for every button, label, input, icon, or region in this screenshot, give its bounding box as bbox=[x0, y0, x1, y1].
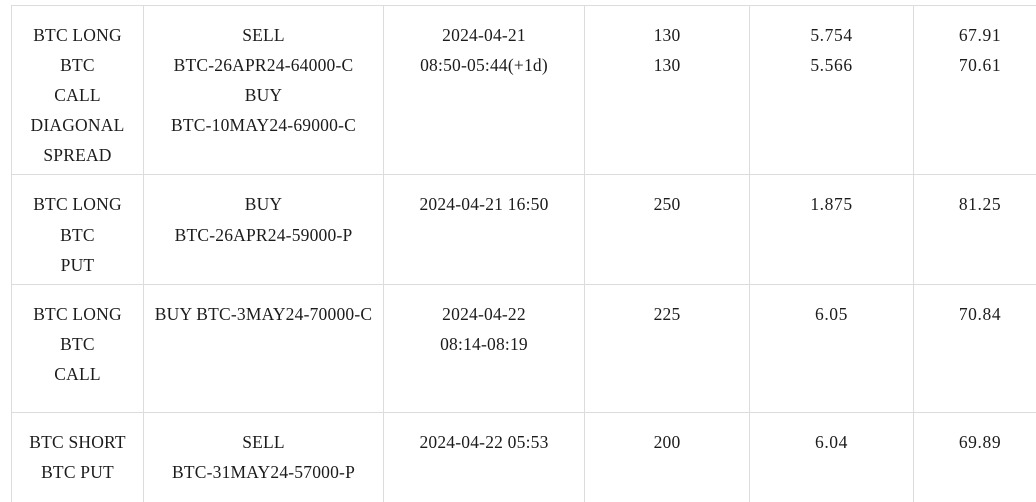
price-lines: 6.05 bbox=[754, 299, 909, 329]
leg-side: SELL bbox=[242, 431, 285, 452]
leg-side: SELL bbox=[242, 25, 285, 45]
cell-time: 2024-04-22 08:14-08:19 bbox=[383, 283, 585, 413]
cell-iv: 67.91 70.61 bbox=[913, 4, 1036, 176]
cell-price: 6.05 bbox=[749, 283, 914, 413]
time-lines: 2024-04-22 05:53 bbox=[388, 427, 580, 457]
cell-quantity: 200 bbox=[584, 411, 750, 502]
strategy-lines: BTC SHORT BTC PUT bbox=[16, 427, 139, 487]
table-row: BTC LONG BTC CALL BUY BTC-3MAY24-70000-C… bbox=[11, 283, 1036, 413]
cell-price: 1.875 bbox=[749, 174, 914, 285]
price-lines: 1.875 bbox=[754, 189, 909, 219]
cell-iv: 70.84 bbox=[913, 283, 1036, 413]
leg-instrument: BTC-26APR24-64000-C bbox=[173, 55, 354, 76]
cell-legs: BUY BTC-3MAY24-70000-C bbox=[143, 283, 384, 413]
cell-legs: BUY BTC-26APR24-59000-P bbox=[143, 174, 384, 285]
cell-strategy: BTC SHORT BTC PUT bbox=[11, 411, 144, 502]
cell-quantity: 130 130 bbox=[584, 4, 750, 176]
time-date: 2024-04-22 05:53 bbox=[419, 431, 549, 452]
legs-lines: BUY BTC-3MAY24-70000-C bbox=[148, 299, 379, 329]
time-range: 08:14-08:19 bbox=[440, 333, 528, 354]
time-date: 2024-04-21 16:50 bbox=[419, 194, 549, 215]
leg-side: BUY bbox=[244, 85, 283, 106]
cell-iv: 69.89 bbox=[913, 411, 1036, 502]
legs-lines: BUY BTC-26APR24-59000-P bbox=[148, 189, 379, 249]
strategy-line: BTC LONG BTC bbox=[33, 303, 122, 354]
price-lines: 6.04 bbox=[754, 427, 909, 457]
iv-value: 69.89 bbox=[958, 431, 1002, 452]
price-value: 6.04 bbox=[814, 431, 849, 452]
quantity-value: 250 bbox=[653, 194, 681, 215]
time-lines: 2024-04-22 08:14-08:19 bbox=[388, 299, 580, 359]
quantity-value: 225 bbox=[653, 303, 681, 324]
table-viewport: BTC LONG BTC CALL DIAGONAL SPREAD SELL B… bbox=[0, 0, 1036, 502]
cell-time: 2024-04-21 08:50-05:44(+1d) bbox=[383, 4, 585, 176]
quantity-value: 130 bbox=[653, 55, 681, 76]
strategy-lines: BTC LONG BTC PUT bbox=[16, 189, 139, 279]
leg-instrument: BTC-10MAY24-69000-C bbox=[171, 115, 356, 136]
time-date: 2024-04-21 bbox=[442, 25, 526, 45]
table-body: BTC LONG BTC CALL DIAGONAL SPREAD SELL B… bbox=[11, 4, 1036, 502]
iv-value: 67.91 bbox=[958, 25, 1002, 45]
cell-quantity: 250 bbox=[584, 174, 750, 285]
strategy-line: PUT bbox=[60, 254, 95, 275]
time-range: 08:50-05:44(+1d) bbox=[420, 55, 548, 76]
strategy-lines: BTC LONG BTC CALL bbox=[16, 299, 139, 389]
legs-lines: SELL BTC-26APR24-64000-C BUY BTC-10MAY24… bbox=[148, 20, 379, 140]
strategy-line: CALL bbox=[54, 85, 101, 106]
time-lines: 2024-04-21 16:50 bbox=[388, 189, 580, 219]
iv-lines: 67.91 70.61 bbox=[918, 20, 1036, 80]
iv-lines: 70.84 bbox=[918, 299, 1036, 329]
iv-value: 70.61 bbox=[958, 55, 1002, 76]
iv-lines: 81.25 bbox=[918, 189, 1036, 219]
strategy-line: BTC LONG BTC bbox=[33, 194, 122, 245]
iv-value: 81.25 bbox=[958, 194, 1002, 215]
quantity-lines: 225 bbox=[589, 299, 745, 329]
table-row: BTC LONG BTC CALL DIAGONAL SPREAD SELL B… bbox=[11, 4, 1036, 176]
cell-quantity: 225 bbox=[584, 283, 750, 413]
options-trade-table: BTC LONG BTC CALL DIAGONAL SPREAD SELL B… bbox=[11, 4, 1036, 502]
cell-price: 5.754 5.566 bbox=[749, 4, 914, 176]
cell-time: 2024-04-22 05:53 bbox=[383, 411, 585, 502]
price-value: 6.05 bbox=[814, 303, 849, 324]
cell-strategy: BTC LONG BTC CALL bbox=[11, 283, 144, 413]
cell-time: 2024-04-21 16:50 bbox=[383, 174, 585, 285]
cell-price: 6.04 bbox=[749, 411, 914, 502]
price-lines: 5.754 5.566 bbox=[754, 20, 909, 80]
quantity-lines: 130 130 bbox=[589, 20, 745, 80]
time-lines: 2024-04-21 08:50-05:44(+1d) bbox=[388, 20, 580, 80]
price-value: 5.754 bbox=[810, 25, 853, 45]
table-row: BTC LONG BTC PUT BUY BTC-26APR24-59000-P… bbox=[11, 174, 1036, 285]
quantity-lines: 250 bbox=[589, 189, 745, 219]
cell-legs: SELL BTC-26APR24-64000-C BUY BTC-10MAY24… bbox=[143, 4, 384, 176]
quantity-value: 200 bbox=[653, 431, 681, 452]
price-value: 1.875 bbox=[810, 194, 853, 215]
iv-lines: 69.89 bbox=[918, 427, 1036, 457]
strategy-line: BTC LONG BTC bbox=[33, 25, 122, 76]
strategy-line: CALL bbox=[54, 363, 101, 384]
cell-strategy: BTC LONG BTC PUT bbox=[11, 174, 144, 285]
leg-side: BUY bbox=[244, 194, 283, 215]
price-value: 5.566 bbox=[810, 55, 853, 76]
cell-iv: 81.25 bbox=[913, 174, 1036, 285]
leg-instrument: BTC-26APR24-59000-P bbox=[174, 224, 353, 245]
table-row: BTC SHORT BTC PUT SELL BTC-31MAY24-57000… bbox=[11, 411, 1036, 502]
time-date: 2024-04-22 bbox=[442, 303, 526, 324]
cell-legs: SELL BTC-31MAY24-57000-P bbox=[143, 411, 384, 502]
strategy-line: BTC PUT bbox=[41, 461, 114, 482]
cell-strategy: BTC LONG BTC CALL DIAGONAL SPREAD bbox=[11, 4, 144, 176]
iv-value: 70.84 bbox=[958, 303, 1002, 324]
strategy-line: BTC SHORT bbox=[29, 431, 126, 452]
strategy-line: SPREAD bbox=[43, 145, 112, 166]
quantity-lines: 200 bbox=[589, 427, 745, 457]
legs-lines: SELL BTC-31MAY24-57000-P bbox=[148, 427, 379, 487]
strategy-line: DIAGONAL bbox=[30, 115, 125, 136]
quantity-value: 130 bbox=[653, 25, 681, 45]
leg-instrument: BUY BTC-3MAY24-70000-C bbox=[154, 303, 373, 324]
strategy-lines: BTC LONG BTC CALL DIAGONAL SPREAD bbox=[16, 20, 139, 170]
leg-instrument: BTC-31MAY24-57000-P bbox=[171, 461, 356, 482]
